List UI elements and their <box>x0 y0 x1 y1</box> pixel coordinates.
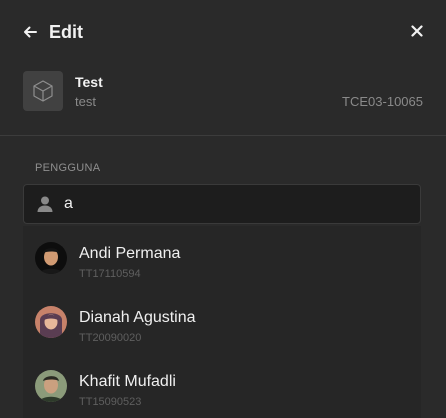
product-name: Test <box>75 74 103 90</box>
user-search-input[interactable] <box>64 185 414 223</box>
close-button[interactable] <box>407 21 427 41</box>
user-search-field[interactable] <box>23 184 421 224</box>
user-option-name: Dianah Agustina <box>79 309 196 326</box>
user-option-code: TT20090020 <box>79 332 142 344</box>
header: Edit <box>0 0 446 66</box>
product-subtitle: test <box>75 94 96 109</box>
user-option-name: Andi Permana <box>79 245 181 262</box>
user-option-name: Khafit Mufadli <box>79 373 176 390</box>
user-option-khafit-mufadli[interactable]: Khafit Mufadli TT15090523 <box>23 354 421 418</box>
cube-icon <box>33 80 53 102</box>
user-icon <box>37 196 53 212</box>
avatar <box>35 306 67 338</box>
user-results-dropdown: Andi Permana TT17110594 Dianah Agustina … <box>23 226 421 418</box>
avatar <box>35 242 67 274</box>
back-button[interactable] <box>20 22 40 42</box>
user-option-dianah-agustina[interactable]: Dianah Agustina TT20090020 <box>23 290 421 354</box>
user-option-code: TT17110594 <box>79 268 141 280</box>
user-section-label: PENGGUNA <box>35 162 101 174</box>
user-option-code: TT15090523 <box>79 396 142 408</box>
user-option-andi-permana[interactable]: Andi Permana TT17110594 <box>23 226 421 290</box>
page-title: Edit <box>49 22 83 42</box>
arrow-left-icon <box>24 26 37 38</box>
product-code: TCE03-10065 <box>342 94 423 109</box>
product-thumbnail <box>23 71 63 111</box>
product-summary: Test test TCE03-10065 <box>0 66 446 136</box>
avatar <box>35 370 67 402</box>
close-icon <box>411 25 423 37</box>
